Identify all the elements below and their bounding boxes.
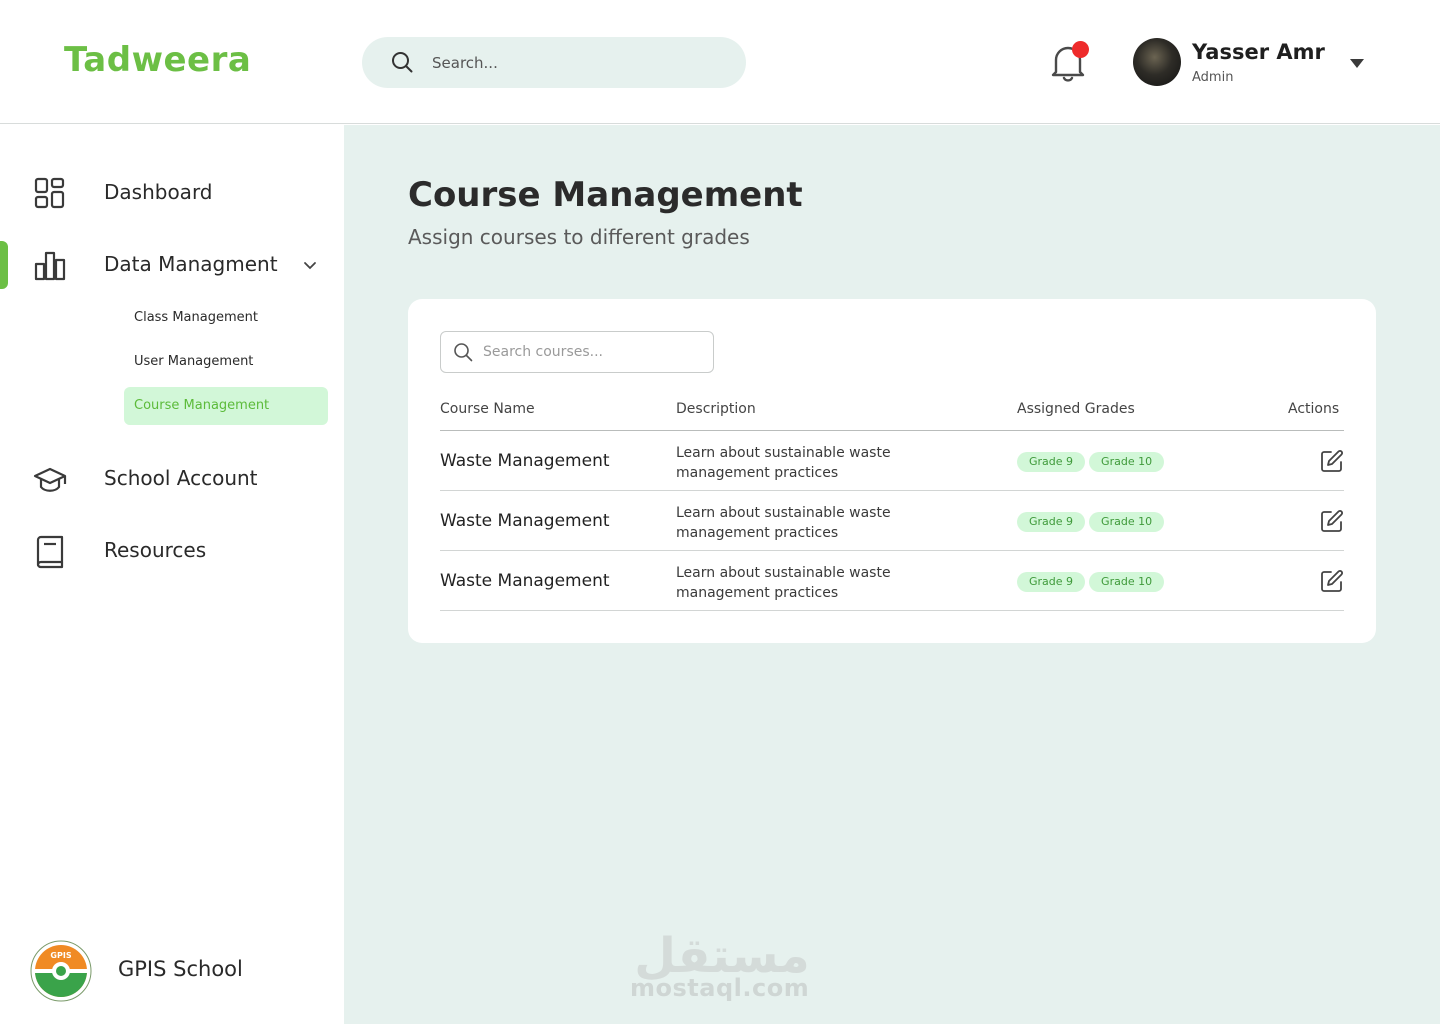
graduation-cap-icon (33, 467, 67, 492)
page-title: Course Management (408, 175, 803, 215)
sidebar-item-label: Resources (104, 538, 207, 562)
bar-chart-icon (34, 251, 66, 281)
course-name: Waste Management (440, 571, 610, 591)
sidebar: Dashboard Data Managment Class Managemen… (0, 125, 344, 1024)
search-icon (454, 343, 473, 362)
course-description: Learn about sustainable waste management… (676, 565, 891, 601)
course-name: Waste Management (440, 511, 610, 531)
column-header-description[interactable]: Description (676, 401, 756, 417)
watermark-text: mostaql.com (630, 974, 810, 1002)
edit-icon[interactable] (1320, 509, 1344, 533)
sidebar-item-label: School Account (104, 466, 258, 490)
sidebar-subitem-label: Class Management (134, 310, 258, 325)
main-content: Course Management Assign courses to diff… (344, 125, 1440, 1024)
course-description: Learn about sustainable waste management… (676, 445, 891, 481)
school-info: GPIS GPIS School (30, 940, 330, 1002)
notification-badge (1072, 41, 1089, 58)
course-name: Waste Management (440, 451, 610, 471)
sidebar-item-resources[interactable]: Resources (0, 526, 344, 576)
grade-badge: Grade 10 (1089, 512, 1165, 532)
grid-icon (34, 177, 65, 209)
user-avatar[interactable] (1133, 38, 1181, 86)
sidebar-subitem-class-management[interactable]: Class Management (124, 299, 328, 337)
grade-badge: Grade 9 (1017, 572, 1086, 592)
course-search-input[interactable] (483, 332, 707, 372)
sidebar-item-label: Data Managment (104, 252, 278, 276)
assigned-grades: Grade 9 Grade 10 (1017, 570, 1168, 592)
sidebar-subitem-label: Course Management (134, 398, 270, 413)
assigned-grades: Grade 9 Grade 10 (1017, 510, 1168, 532)
column-header-actions: Actions (1288, 401, 1340, 417)
table-row[interactable]: Waste Management Learn about sustainable… (440, 551, 1344, 611)
book-icon (36, 535, 64, 569)
grade-badge: Grade 10 (1089, 452, 1165, 472)
school-logo: GPIS (30, 940, 92, 1002)
global-search-bar[interactable] (362, 37, 746, 88)
edit-icon[interactable] (1320, 569, 1344, 593)
global-search-input[interactable] (432, 37, 722, 88)
page-subtitle: Assign courses to different grades (408, 225, 750, 249)
grade-badge: Grade 9 (1017, 452, 1086, 472)
top-header: Tadweera Yasser Amr Admin (0, 0, 1440, 124)
sidebar-item-label: Dashboard (104, 180, 213, 204)
course-description: Learn about sustainable waste management… (676, 505, 891, 541)
school-name: GPIS School (118, 957, 243, 981)
assigned-grades: Grade 9 Grade 10 (1017, 450, 1168, 472)
app-logo[interactable]: Tadweera (64, 40, 251, 80)
edit-icon[interactable] (1320, 449, 1344, 473)
column-header-assigned-grades[interactable]: Assigned Grades (1017, 401, 1135, 417)
sidebar-subitem-course-management[interactable]: Course Management (124, 387, 328, 425)
sidebar-subitem-label: User Management (134, 354, 254, 369)
sidebar-subitem-user-management[interactable]: User Management (124, 343, 328, 381)
chevron-down-icon[interactable] (302, 257, 318, 273)
grade-badge: Grade 10 (1089, 572, 1165, 592)
user-name: Yasser Amr (1192, 40, 1325, 64)
sidebar-item-data-management[interactable]: Data Managment (0, 240, 344, 290)
column-header-course-name[interactable]: Course Name (440, 401, 535, 417)
courses-card: Course Name Description Assigned Grades … (408, 299, 1376, 643)
grade-badge: Grade 9 (1017, 512, 1086, 532)
table-row[interactable]: Waste Management Learn about sustainable… (440, 491, 1344, 551)
user-role: Admin (1192, 70, 1234, 85)
course-search-bar[interactable] (440, 331, 714, 373)
search-icon (392, 52, 413, 73)
sidebar-item-school-account[interactable]: School Account (0, 454, 344, 504)
svg-text:GPIS: GPIS (50, 951, 71, 960)
sidebar-item-dashboard[interactable]: Dashboard (0, 168, 344, 218)
table-row[interactable]: Waste Management Learn about sustainable… (440, 431, 1344, 491)
caret-down-icon[interactable] (1349, 57, 1365, 69)
